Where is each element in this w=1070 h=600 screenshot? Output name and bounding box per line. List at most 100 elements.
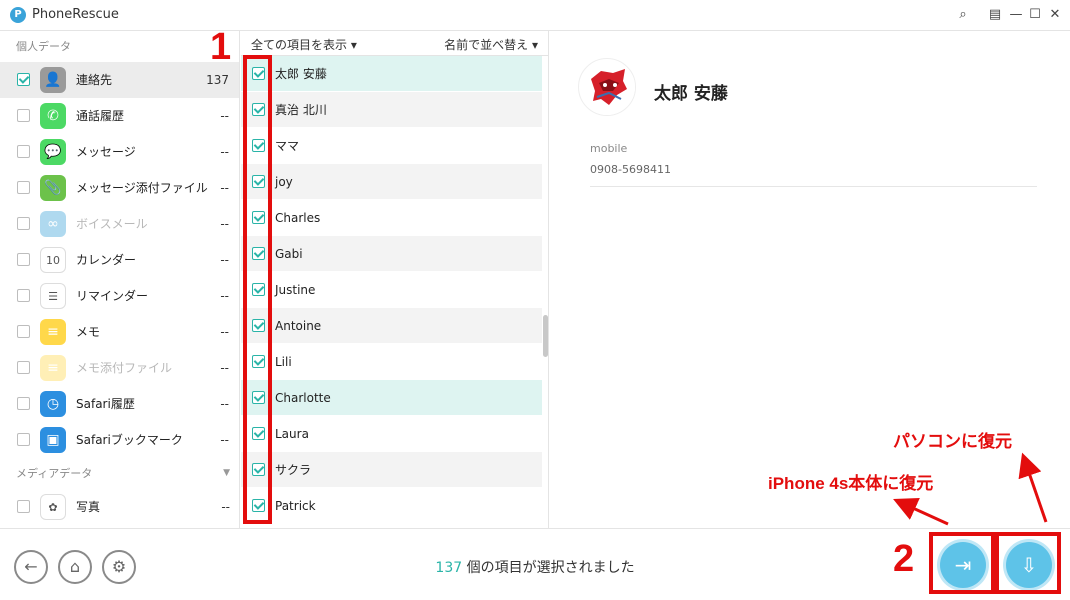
category-checkbox[interactable] bbox=[17, 181, 30, 194]
sidebar-item-label: カレンダー bbox=[76, 253, 137, 267]
annotation-number-1: 1 bbox=[210, 26, 232, 68]
sidebar-item-count: -- bbox=[220, 109, 229, 123]
contact-row[interactable]: Laura bbox=[241, 416, 542, 452]
contact-name: Gabi bbox=[275, 247, 303, 261]
list-header: 全ての項目を表示 ▾ 名前で並べ替え ▾ bbox=[241, 31, 548, 56]
section-media-data[interactable]: メディアデータ ▼ bbox=[0, 458, 239, 489]
contact-name: Charlotte bbox=[275, 391, 331, 405]
contact-row[interactable]: Charlotte bbox=[241, 380, 542, 416]
category-checkbox[interactable] bbox=[17, 325, 30, 338]
contact-list: 太郎 安藤真治 北川 ママ joy Charles Gabi Justine Antoine… bbox=[241, 56, 542, 524]
sidebar-item[interactable]: 📎 メッセージ添付ファイル -- bbox=[0, 170, 239, 206]
category-checkbox[interactable] bbox=[17, 217, 30, 230]
category-checkbox[interactable] bbox=[17, 109, 30, 122]
sidebar-item-count: -- bbox=[220, 325, 229, 339]
category-checkbox[interactable] bbox=[17, 289, 30, 302]
photos-icon: ✿ bbox=[40, 494, 66, 520]
category-checkbox[interactable] bbox=[17, 500, 30, 513]
sidebar-item-count: -- bbox=[220, 181, 229, 195]
app-title: PhoneRescue bbox=[32, 7, 119, 22]
contact-name: 太郎 安藤 bbox=[275, 67, 327, 81]
contact-name: Antoine bbox=[275, 319, 322, 333]
sidebar-item-label: 写真 bbox=[76, 500, 101, 514]
maximize-button[interactable]: ☐ bbox=[1026, 6, 1044, 24]
phone-icon: ✆ bbox=[40, 103, 66, 129]
category-checkbox[interactable] bbox=[17, 433, 30, 446]
contacts-icon: 👤 bbox=[40, 67, 66, 93]
phone-field-value: 0908-5698411 bbox=[590, 163, 671, 176]
sidebar-item-label: メッセージ添付ファイル bbox=[76, 181, 208, 195]
contact-row[interactable]: Patrick bbox=[241, 488, 542, 524]
contact-row[interactable]: Justine bbox=[241, 272, 542, 308]
contact-name: Justine bbox=[275, 283, 316, 297]
category-sidebar: 個人データ 👤 連絡先 137 ✆ 通話履歴 -- 💬 メッセージ -- 📎 メッセージ添付ファイル… bbox=[0, 31, 240, 528]
reminders-icon: ☰ bbox=[40, 283, 66, 309]
category-list: 👤 連絡先 137 ✆ 通話履歴 -- 💬 メッセージ -- 📎 メッセージ添付ファイル -- ∞ ボイス… bbox=[0, 62, 239, 458]
sidebar-item[interactable]: ◷ Safari履歴 -- bbox=[0, 386, 239, 422]
contact-row[interactable]: joy bbox=[241, 164, 542, 200]
sort-dropdown[interactable]: 名前で並べ替え ▾ bbox=[444, 36, 538, 53]
notes-icon: ≡ bbox=[40, 319, 66, 345]
contact-row[interactable]: Lili bbox=[241, 344, 542, 380]
menu-icon[interactable]: ▤ bbox=[986, 6, 1004, 24]
sidebar-item-label: メモ bbox=[76, 325, 101, 339]
sidebar-item[interactable]: ✆ 通話履歴 -- bbox=[0, 98, 239, 134]
contact-row[interactable]: Gabi bbox=[241, 236, 542, 272]
calendar-icon: 10 bbox=[40, 247, 66, 273]
app-logo-icon: P bbox=[10, 7, 26, 23]
sidebar-item-count: -- bbox=[220, 289, 229, 303]
media-category-list: ✿ 写真 -- bbox=[0, 489, 239, 525]
contact-row[interactable]: Charles bbox=[241, 200, 542, 236]
voicemail-icon: ∞ bbox=[40, 211, 66, 237]
messages-icon: 💬 bbox=[40, 139, 66, 165]
sidebar-item-label: 連絡先 bbox=[76, 73, 113, 87]
avatar-image bbox=[580, 60, 635, 115]
minimize-button[interactable]: — bbox=[1007, 6, 1025, 24]
section-personal-data: 個人データ bbox=[0, 31, 239, 62]
sidebar-item[interactable]: 10 カレンダー -- bbox=[0, 242, 239, 278]
contact-row[interactable]: ママ bbox=[241, 128, 542, 164]
sidebar-item-count: -- bbox=[220, 397, 229, 411]
sidebar-item-label: Safari履歴 bbox=[76, 397, 135, 411]
category-checkbox[interactable] bbox=[17, 253, 30, 266]
filter-dropdown[interactable]: 全ての項目を表示 ▾ bbox=[251, 36, 357, 53]
sidebar-item[interactable]: ∞ ボイスメール -- bbox=[0, 206, 239, 242]
annotation-label-pc: パソコンに復元 bbox=[893, 432, 1012, 451]
contact-row[interactable]: Antoine bbox=[241, 308, 542, 344]
category-checkbox[interactable] bbox=[17, 73, 30, 86]
list-scrollbar[interactable] bbox=[543, 315, 548, 357]
safari-bookmark-icon: ▣ bbox=[40, 427, 66, 453]
contact-row[interactable]: サクラ bbox=[241, 452, 542, 488]
contact-row[interactable]: 太郎 安藤 bbox=[241, 56, 542, 92]
sidebar-item[interactable]: ≡ メモ -- bbox=[0, 314, 239, 350]
sidebar-item[interactable]: 💬 メッセージ -- bbox=[0, 134, 239, 170]
sidebar-item[interactable]: 👤 連絡先 137 bbox=[0, 62, 239, 98]
annotation-device-box bbox=[929, 532, 995, 594]
sidebar-item-count: -- bbox=[220, 253, 229, 267]
title-bar: P PhoneRescue ⌕ ▤ — ☐ ✕ bbox=[0, 0, 1070, 31]
annotation-label-device: iPhone 4s本体に復元 bbox=[768, 474, 934, 493]
sidebar-item-count: -- bbox=[220, 361, 229, 375]
sidebar-item-label: メモ添付ファイル bbox=[76, 361, 173, 375]
sidebar-item-count: -- bbox=[220, 145, 229, 159]
notes-attachment-icon: ≡ bbox=[40, 355, 66, 381]
chevron-down-icon[interactable]: ▼ bbox=[223, 458, 230, 489]
category-checkbox[interactable] bbox=[17, 145, 30, 158]
close-button[interactable]: ✕ bbox=[1046, 6, 1064, 24]
contact-row[interactable]: 真治 北川 bbox=[241, 92, 542, 128]
category-checkbox[interactable] bbox=[17, 361, 30, 374]
selected-text: 個の項目が選択されました bbox=[462, 560, 635, 576]
sidebar-item-label: リマインダー bbox=[76, 289, 149, 303]
annotation-pc-box bbox=[995, 532, 1061, 594]
sidebar-item[interactable]: ▣ Safariブックマーク -- bbox=[0, 422, 239, 458]
search-icon[interactable]: ⌕ bbox=[954, 6, 972, 24]
sidebar-item[interactable]: ≡ メモ添付ファイル -- bbox=[0, 350, 239, 386]
sidebar-item[interactable]: ☰ リマインダー -- bbox=[0, 278, 239, 314]
sidebar-item-count: -- bbox=[221, 500, 230, 514]
contact-name-title: 太郎 安藤 bbox=[654, 84, 728, 104]
sidebar-item[interactable]: ✿ 写真 -- bbox=[0, 489, 239, 525]
sidebar-item-label: 通話履歴 bbox=[76, 109, 125, 123]
category-checkbox[interactable] bbox=[17, 397, 30, 410]
annotation-number-2: 2 bbox=[893, 538, 915, 580]
contact-name: Charles bbox=[275, 211, 321, 225]
